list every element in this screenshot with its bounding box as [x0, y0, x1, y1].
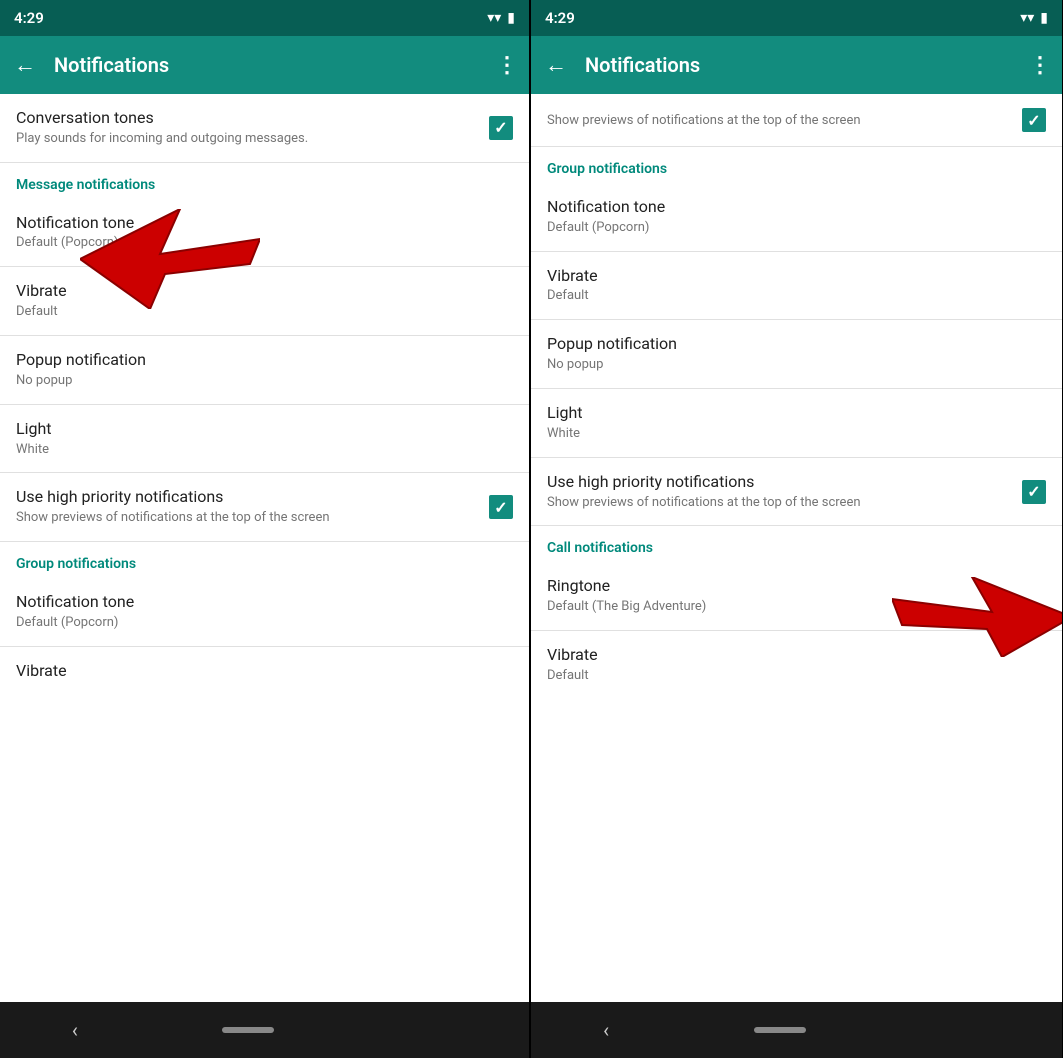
settings-list-left: Conversation tones Play sounds for incom… [0, 94, 529, 1002]
battery-icon-right: ▮ [1040, 10, 1048, 26]
setting-title-notification-tone-msg: Notification tone [16, 213, 513, 234]
setting-conversation-tones[interactable]: Conversation tones Play sounds for incom… [0, 94, 529, 163]
setting-show-previews-top[interactable]: Show previews of notifications at the to… [531, 94, 1062, 147]
setting-title-conversation-tones: Conversation tones [16, 108, 489, 129]
section-group-notifications-left: Group notifications [0, 542, 529, 578]
setting-title-light-grp-right: Light [547, 403, 1046, 424]
nav-home-left[interactable] [222, 1027, 274, 1033]
setting-subtitle-show-previews-top: Show previews of notifications at the to… [547, 113, 1022, 130]
toolbar-left: ← Notifications ⋮ [0, 36, 529, 94]
wifi-icon-left: ▾▾ [487, 10, 501, 26]
setting-title-high-priority-grp-right: Use high priority notifications [547, 472, 1022, 493]
setting-title-notification-tone-grp-right: Notification tone [547, 197, 1046, 218]
setting-ringtone-right[interactable]: Ringtone Default (The Big Adventure) [531, 562, 1062, 631]
setting-subtitle-popup-msg: No popup [16, 373, 513, 390]
setting-title-high-priority-msg: Use high priority notifications [16, 487, 489, 508]
status-bar-right: 4:29 ▾▾ ▮ [531, 0, 1062, 36]
checkbox-high-priority-msg[interactable] [489, 495, 513, 519]
setting-subtitle-high-priority-msg: Show previews of notifications at the to… [16, 510, 489, 527]
setting-title-vibrate-msg: Vibrate [16, 281, 513, 302]
setting-title-popup-msg: Popup notification [16, 350, 513, 371]
setting-title-vibrate-grp-right: Vibrate [547, 266, 1046, 287]
setting-title-ringtone-right: Ringtone [547, 576, 1046, 597]
setting-subtitle-light-msg: White [16, 442, 513, 459]
section-group-notifications-right: Group notifications [531, 147, 1062, 183]
nav-back-right[interactable]: ‹ [603, 1018, 609, 1042]
left-screen: 4:29 ▾▾ ▮ ← Notifications ⋮ Conversation… [0, 0, 531, 1058]
setting-title-notification-tone-grp-left: Notification tone [16, 592, 513, 613]
setting-subtitle-ringtone-right: Default (The Big Adventure) [547, 599, 1046, 616]
nav-back-left[interactable]: ‹ [72, 1018, 78, 1042]
setting-subtitle-light-grp-right: White [547, 426, 1046, 443]
back-button-left[interactable]: ← [10, 48, 40, 82]
section-message-notifications: Message notifications [0, 163, 529, 199]
setting-subtitle-notification-tone-msg: Default (Popcorn) [16, 235, 513, 252]
status-bar-left: 4:29 ▾▾ ▮ [0, 0, 529, 36]
nav-bar-right: ‹ [531, 1002, 1062, 1058]
status-icons-left: ▾▾ ▮ [487, 10, 515, 26]
menu-button-right[interactable]: ⋮ [1029, 53, 1052, 78]
setting-title-popup-grp-right: Popup notification [547, 334, 1046, 355]
setting-subtitle-vibrate-grp-right: Default [547, 288, 1046, 305]
nav-bar-left: ‹ [0, 1002, 529, 1058]
wifi-icon-right: ▾▾ [1020, 10, 1034, 26]
setting-subtitle-vibrate-msg: Default [16, 304, 513, 321]
time-right: 4:29 [545, 9, 575, 27]
setting-title-light-msg: Light [16, 419, 513, 440]
nav-home-right[interactable] [754, 1027, 806, 1033]
setting-subtitle-vibrate-call-right: Default [547, 668, 1046, 685]
toolbar-right: ← Notifications ⋮ [531, 36, 1062, 94]
setting-notification-tone-grp-left[interactable]: Notification tone Default (Popcorn) [0, 578, 529, 647]
battery-icon-left: ▮ [507, 10, 515, 26]
menu-button-left[interactable]: ⋮ [496, 53, 519, 78]
setting-subtitle-notification-tone-grp-right: Default (Popcorn) [547, 220, 1046, 237]
setting-high-priority-grp-right[interactable]: Use high priority notifications Show pre… [531, 458, 1062, 527]
setting-title-vibrate-grp-left: Vibrate [16, 661, 513, 682]
section-call-notifications-right: Call notifications [531, 526, 1062, 562]
setting-light-grp-right[interactable]: Light White [531, 389, 1062, 458]
checkbox-show-previews-top[interactable] [1022, 108, 1046, 132]
setting-popup-msg[interactable]: Popup notification No popup [0, 336, 529, 405]
setting-popup-grp-right[interactable]: Popup notification No popup [531, 320, 1062, 389]
setting-subtitle-notification-tone-grp-left: Default (Popcorn) [16, 615, 513, 632]
back-button-right[interactable]: ← [541, 48, 571, 82]
setting-vibrate-grp-right[interactable]: Vibrate Default [531, 252, 1062, 321]
toolbar-title-right: Notifications [585, 53, 1015, 77]
right-screen: 4:29 ▾▾ ▮ ← Notifications ⋮ Show preview… [531, 0, 1062, 1058]
setting-title-vibrate-call-right: Vibrate [547, 645, 1046, 666]
toolbar-title-left: Notifications [54, 53, 482, 77]
setting-notification-tone-grp-right[interactable]: Notification tone Default (Popcorn) [531, 183, 1062, 252]
setting-vibrate-grp-left[interactable]: Vibrate [0, 647, 529, 696]
setting-vibrate-msg[interactable]: Vibrate Default [0, 267, 529, 336]
time-left: 4:29 [14, 9, 44, 27]
setting-notification-tone-msg[interactable]: Notification tone Default (Popcorn) [0, 199, 529, 268]
status-icons-right: ▾▾ ▮ [1020, 10, 1048, 26]
checkbox-conversation-tones[interactable] [489, 116, 513, 140]
setting-subtitle-popup-grp-right: No popup [547, 357, 1046, 374]
checkbox-high-priority-grp-right[interactable] [1022, 480, 1046, 504]
setting-vibrate-call-right[interactable]: Vibrate Default [531, 631, 1062, 699]
settings-list-right: Show previews of notifications at the to… [531, 94, 1062, 1002]
setting-high-priority-msg[interactable]: Use high priority notifications Show pre… [0, 473, 529, 542]
setting-light-msg[interactable]: Light White [0, 405, 529, 474]
setting-subtitle-conversation-tones: Play sounds for incoming and outgoing me… [16, 131, 489, 148]
setting-subtitle-high-priority-grp-right: Show previews of notifications at the to… [547, 495, 1022, 512]
